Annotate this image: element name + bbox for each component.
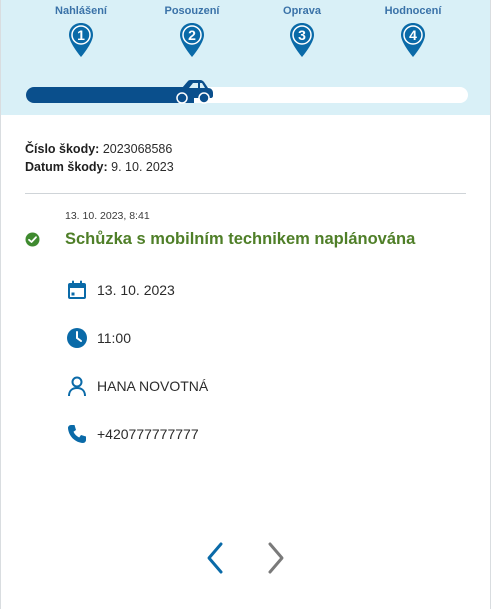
technician-name: HANA NOVOTNÁ [97,378,209,394]
step-label: Nahlášení [55,5,107,17]
divider [25,193,466,194]
appointment-time-row: 11:00 [65,326,131,350]
location-pin-icon: 4 [401,23,425,57]
event-title: Schůzka s mobilním technikem naplánována [65,230,416,248]
previous-button[interactable] [203,540,227,576]
chevron-right-icon [268,542,284,574]
next-button[interactable] [264,540,288,576]
step-number: 2 [188,27,196,43]
claim-date-row: Datum škody: 9. 10. 2023 [25,158,174,176]
step-number: 3 [298,27,306,43]
step-number: 1 [77,27,85,43]
step-label: Oprava [283,5,321,17]
step-label: Hodnocení [384,5,442,17]
clock-icon [65,326,89,350]
technician-phone-row[interactable]: +420777777777 [65,422,199,446]
chevron-left-icon [207,542,223,574]
appointment-time: 11:00 [97,330,131,346]
check-circle-icon [25,232,40,247]
step-posouzeni[interactable]: Posouzení 2 [147,4,237,58]
calendar-icon [65,278,89,302]
step-hodnoceni[interactable]: Hodnocení 4 [368,4,458,58]
progress-track [26,87,468,103]
step-label: Posouzení [164,5,220,17]
claim-number-label: Číslo škody: [25,142,100,156]
person-icon [65,374,89,398]
step-oprava[interactable]: Oprava 3 [257,4,347,58]
claim-progress-header: Nahlášení 1 Posouzení 2 Oprava 3 Hodnoce… [1,0,490,115]
claim-number-value: 2023068586 [102,142,173,156]
location-pin-icon: 2 [180,23,204,57]
claim-number-row: Číslo škody: 2023068586 [25,140,174,158]
appointment-date-row: 13. 10. 2023 [65,278,175,302]
claim-info: Číslo škody: 2023068586 Datum škody: 9. … [25,140,174,176]
technician-name-row: HANA NOVOTNÁ [65,374,208,398]
event-timestamp: 13. 10. 2023, 8:41 [65,210,150,222]
step-nahlaseni[interactable]: Nahlášení 1 [36,4,126,58]
claim-date-label: Datum škody: [25,160,108,174]
car-icon [168,80,213,104]
location-pin-icon: 3 [290,23,314,57]
claim-date-value: 9. 10. 2023 [111,160,174,174]
location-pin-icon: 1 [69,23,93,57]
phone-icon [65,422,89,446]
technician-phone[interactable]: +420777777777 [97,426,199,442]
step-number: 4 [409,27,417,43]
appointment-date: 13. 10. 2023 [97,282,175,298]
